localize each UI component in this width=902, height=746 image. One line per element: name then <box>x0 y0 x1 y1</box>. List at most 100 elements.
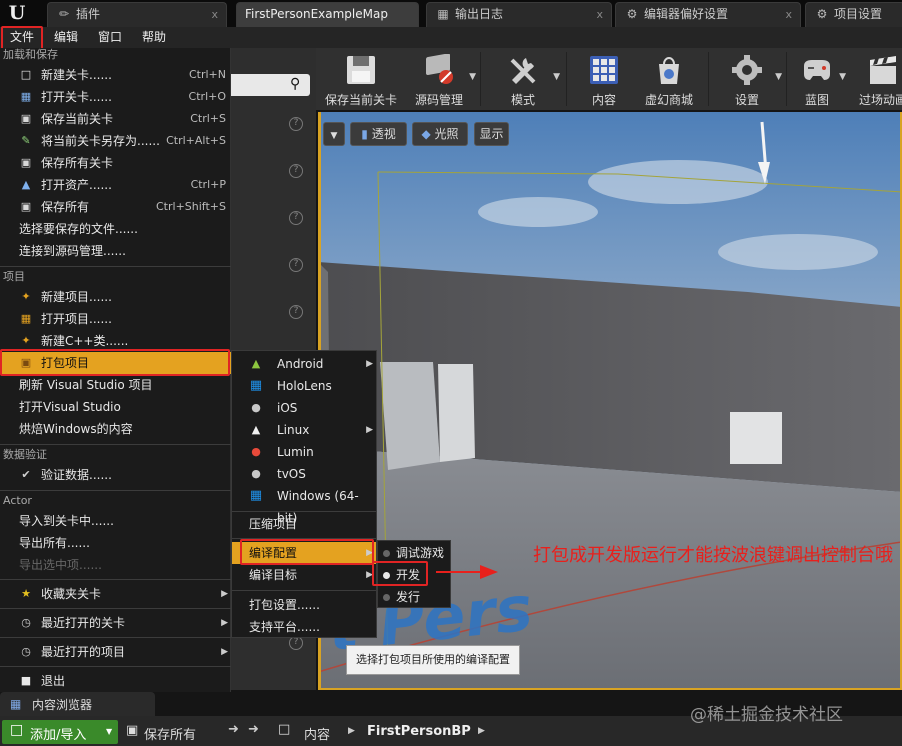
source-control-button[interactable]: 源码管理 ▼ <box>404 48 476 110</box>
close-icon[interactable]: x <box>596 3 603 26</box>
breadcrumb-firstpersonbp[interactable]: FirstPersonBP <box>367 724 471 739</box>
menu-item-refresh-vs-project[interactable]: 刷新 Visual Studio 项目 <box>0 374 231 396</box>
marketplace-icon <box>659 57 679 84</box>
new-project-icon: ✦ <box>21 290 31 303</box>
menu-item-recent-projects[interactable]: ◷ 最近打开的项目 ▶ <box>0 641 231 663</box>
menu-item-cook-windows[interactable]: 烘焙Windows的内容 <box>0 418 231 440</box>
menu-item-label: 编译目标 <box>249 568 298 582</box>
help-icon[interactable]: ? <box>289 164 303 178</box>
content-browser-tab[interactable]: ▦ 内容浏览器 <box>0 692 155 716</box>
chevron-right-icon: ▶ <box>366 359 373 369</box>
settings-icon <box>732 55 762 85</box>
project-settings-icon: ⚙ <box>816 7 828 21</box>
menu-item-label: 打包项目 <box>41 356 90 370</box>
viewport-options-button[interactable]: ▼ <box>323 122 345 146</box>
menu-item-label: 新建项目...... <box>41 290 112 304</box>
star-icon: ★ <box>21 587 31 600</box>
menu-item-save-all-levels[interactable]: ▣ 保存所有关卡 <box>0 152 231 174</box>
save-icon <box>347 56 375 84</box>
menu-item-label: 编译配置 <box>249 546 298 560</box>
platform-item-tvos[interactable]: ● tvOS <box>232 463 376 485</box>
settings-button[interactable]: 设置 ▼ <box>714 48 782 110</box>
tab-map[interactable]: FirstPersonExampleMap <box>236 2 419 27</box>
menu-item-label: 打开项目...... <box>41 312 112 326</box>
platform-item-windows[interactable]: ▦ Windows (64-bit) <box>232 485 376 526</box>
help-icon[interactable]: ? <box>289 636 303 650</box>
add-import-button[interactable]: □ 添加/导入 ▼ <box>2 720 118 744</box>
cinematics-button[interactable]: 过场动画 <box>848 48 902 110</box>
menu-item-label: 保存所有关卡 <box>41 156 114 170</box>
tab-bar: U ✏ 插件 x FirstPersonExampleMap ▦ 输出日志 x ⚙ 编… <box>0 0 902 27</box>
platform-item-lumin[interactable]: ● Lumin <box>232 441 376 463</box>
platform-item-android[interactable]: ▲ Android ▶ <box>232 353 376 375</box>
platform-item-ios[interactable]: ● iOS <box>232 397 376 419</box>
menu-item-exit[interactable]: ■ 退出 <box>0 670 231 692</box>
menu-item-open-level[interactable]: ▦ 打开关卡...... Ctrl+O <box>0 86 231 108</box>
menu-item-favorite-levels[interactable]: ★ 收藏夹关卡 ▶ <box>0 583 231 605</box>
perspective-button[interactable]: ▮ 透视 <box>350 122 407 146</box>
tab-editor-preferences[interactable]: ⚙ 编辑器偏好设置 x <box>615 2 801 27</box>
forward-arrow-icon[interactable]: ➜ <box>248 722 259 737</box>
tab-plugins[interactable]: ✏ 插件 x <box>47 2 227 27</box>
menu-item-connect-source-control[interactable]: 连接到源码管理...... <box>0 240 231 262</box>
menu-item-build-configuration[interactable]: 编译配置 ▶ <box>232 542 376 564</box>
help-icon[interactable]: ? <box>289 305 303 319</box>
tab-label: 编辑器偏好设置 <box>644 7 729 21</box>
menu-item-export-all[interactable]: 导出所有...... <box>0 532 231 554</box>
menu-item-choose-files-to-save[interactable]: 选择要保存的文件...... <box>0 218 231 240</box>
tab-label: 项目设置 <box>834 7 883 21</box>
menu-item-label: 打开资产...... <box>41 178 112 192</box>
shortcut-label: Ctrl+O <box>188 90 226 103</box>
menu-item-new-level[interactable]: □ 新建关卡...... Ctrl+N <box>0 64 231 86</box>
menu-divider <box>0 266 231 267</box>
menu-item-packaging-settings[interactable]: 打包设置...... <box>232 594 376 616</box>
content-button[interactable]: 内容 <box>574 48 634 110</box>
menu-item-import-into-level[interactable]: 导入到关卡中...... <box>0 510 231 532</box>
tab-project-settings[interactable]: ⚙ 项目设置 <box>805 2 902 27</box>
menu-item-open-project[interactable]: ▦ 打开项目...... <box>0 308 231 330</box>
tab-output-log[interactable]: ▦ 输出日志 x <box>426 2 612 27</box>
menu-item-recent-levels[interactable]: ◷ 最近打开的关卡 ▶ <box>0 612 231 634</box>
help-icon[interactable]: ? <box>289 117 303 131</box>
marketplace-button[interactable]: 虚幻商城 <box>634 48 704 110</box>
menu-item-new-project[interactable]: ✦ 新建项目...... <box>0 286 231 308</box>
section-actor: Actor <box>3 494 32 507</box>
menu-help[interactable]: 帮助 <box>134 27 174 48</box>
menu-window[interactable]: 窗口 <box>90 27 130 48</box>
menu-file[interactable]: 文件 <box>4 27 40 48</box>
tooltip: 选择打包项目所使用的编译配置 <box>346 645 520 675</box>
menu-item-build-target[interactable]: 编译目标 ▶ <box>232 564 376 586</box>
menu-item-save-all[interactable]: ▣ 保存所有 Ctrl+Shift+S <box>0 196 231 218</box>
menu-item-open-asset[interactable]: ▲ 打开资产...... Ctrl+P <box>0 174 231 196</box>
platform-item-linux[interactable]: ▲ Linux ▶ <box>232 419 376 441</box>
open-level-icon: ▦ <box>20 90 32 103</box>
breadcrumb-content[interactable]: 内容 <box>304 724 330 743</box>
close-icon[interactable]: x <box>211 3 218 26</box>
modes-button[interactable]: 模式 ▼ <box>488 48 560 110</box>
save-all-button[interactable]: ▣ 保存所有 <box>124 720 216 744</box>
menu-item-label: 烘焙Windows的内容 <box>19 422 133 436</box>
menu-item-new-cpp-class[interactable]: ✦ 新建C++类...... <box>0 330 231 352</box>
menu-item-zip-project[interactable]: 压缩项目 <box>232 513 376 535</box>
back-arrow-icon[interactable]: ➜ <box>228 722 239 737</box>
menu-item-validate-data[interactable]: ✔ 验证数据...... <box>0 464 231 486</box>
menu-item-save-level-as[interactable]: ✎ 将当前关卡另存为...... Ctrl+Alt+S <box>0 130 231 152</box>
menu-edit[interactable]: 编辑 <box>46 27 86 48</box>
save-icon: ▣ <box>20 112 32 125</box>
menu-item-open-visual-studio[interactable]: 打开Visual Studio <box>0 396 231 418</box>
platform-item-hololens[interactable]: ▦ HoloLens <box>232 375 376 397</box>
help-icon[interactable]: ? <box>289 258 303 272</box>
blueprints-button[interactable]: 蓝图 ▼ <box>790 48 846 110</box>
platform-label: HoloLens <box>277 379 332 393</box>
validate-icon: ✔ <box>21 468 31 481</box>
close-icon[interactable]: x <box>785 3 792 26</box>
menu-item-package-project[interactable]: ▣ 打包项目 <box>0 352 231 374</box>
show-button[interactable]: 显示 <box>474 122 509 146</box>
unreal-logo[interactable]: U <box>3 2 31 24</box>
lit-button[interactable]: ◆ 光照 <box>412 122 468 146</box>
save-current-level-button[interactable]: 保存当前关卡 <box>320 48 402 110</box>
menu-item-supported-platforms[interactable]: 支持平台...... <box>232 616 376 638</box>
menu-item-save-current-level[interactable]: ▣ 保存当前关卡 Ctrl+S <box>0 108 231 130</box>
config-item-shipping[interactable]: 发行 <box>378 586 450 608</box>
help-icon[interactable]: ? <box>289 211 303 225</box>
